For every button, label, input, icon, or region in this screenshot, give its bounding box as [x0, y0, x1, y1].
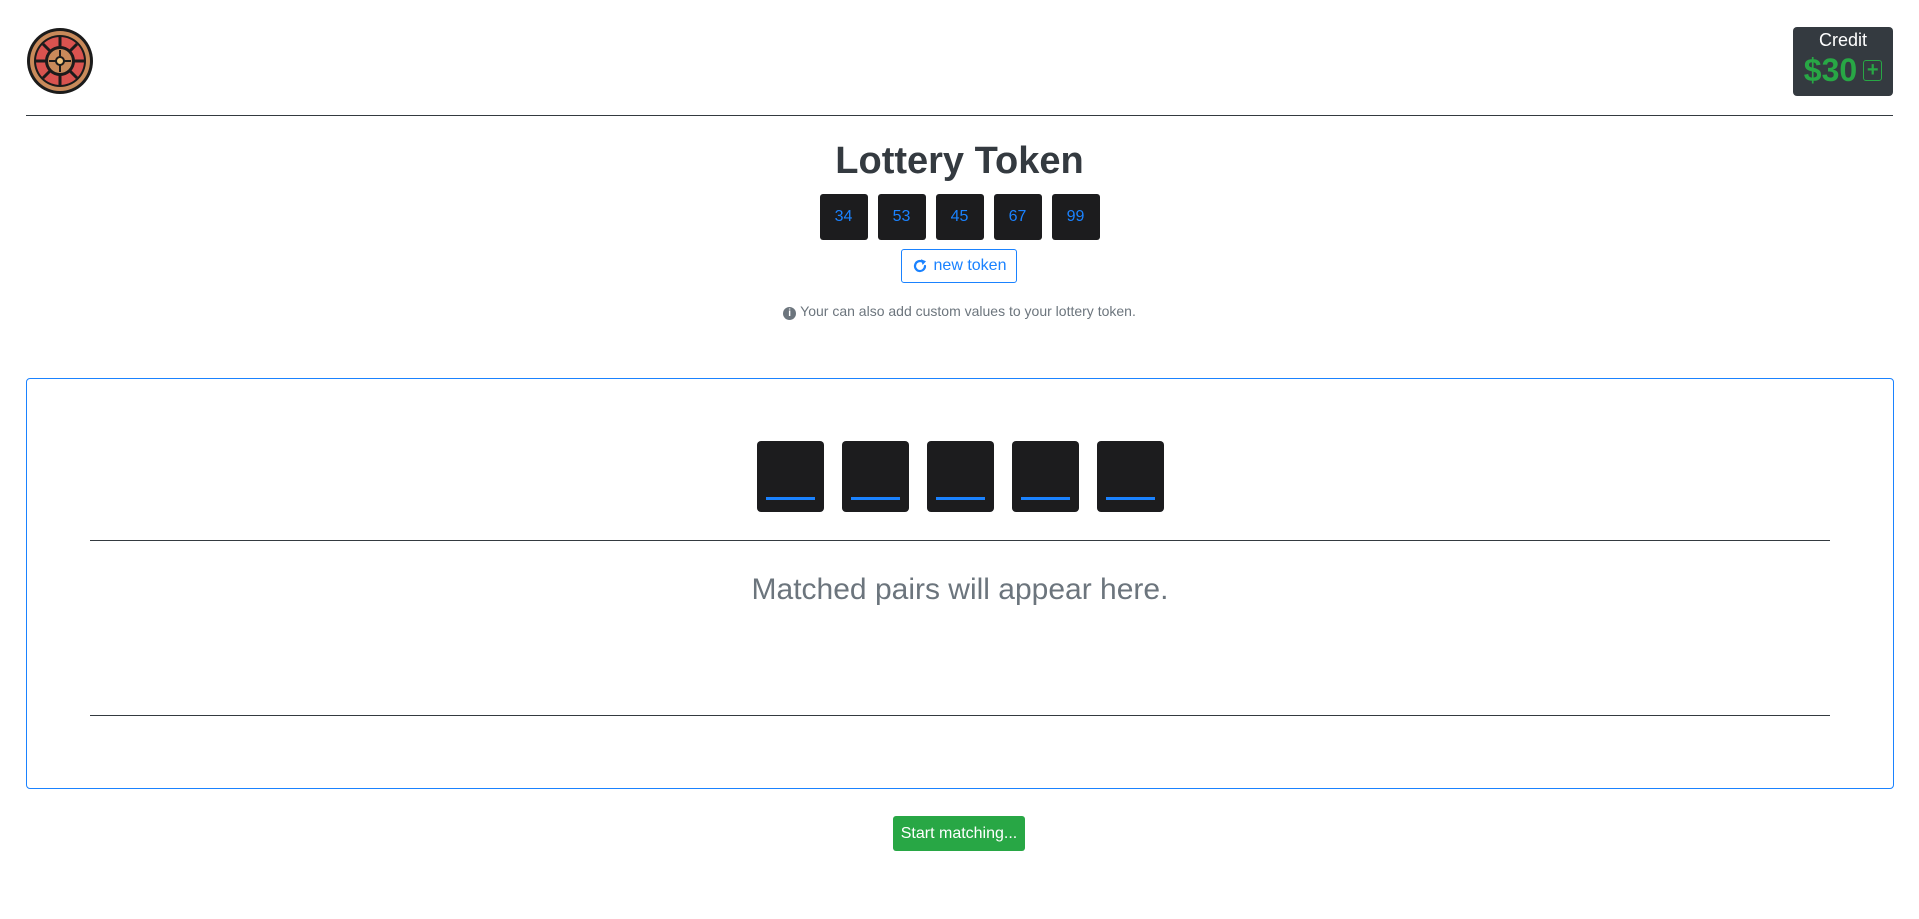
page-title: Lottery Token	[835, 140, 1084, 182]
slot-underline	[935, 497, 985, 500]
roulette-wheel-icon[interactable]	[26, 27, 94, 95]
lottery-token-numbers: 34 53 45 67 99	[0, 194, 1919, 240]
divider	[90, 715, 1830, 716]
matching-panel: Matched pairs will appear here.	[26, 378, 1894, 789]
match-slot[interactable]	[926, 441, 994, 512]
info-icon: i	[783, 307, 797, 320]
hint-text: i Your can also add custom values to your…	[0, 303, 1919, 320]
slot-underline	[1020, 497, 1070, 500]
token-number[interactable]: 67	[993, 194, 1042, 240]
add-credit-button[interactable]: +	[1863, 59, 1883, 81]
refresh-icon	[913, 259, 926, 273]
slot-underline	[1105, 497, 1155, 500]
credit-widget: Credit $30 +	[1793, 27, 1893, 96]
token-number[interactable]: 53	[877, 194, 926, 240]
match-slot[interactable]	[841, 441, 909, 512]
slot-underline	[765, 497, 815, 500]
new-token-label: new token	[933, 257, 1007, 274]
token-number[interactable]: 34	[819, 194, 868, 240]
match-slots	[27, 441, 1893, 512]
top-header: Credit $30 +	[26, 0, 1893, 116]
match-slot[interactable]	[756, 441, 824, 512]
credit-amount: $30	[1803, 52, 1858, 88]
credit-label: Credit	[1818, 30, 1867, 50]
start-matching-button[interactable]: Start matching...	[893, 816, 1025, 851]
hint-message: Your can also add custom values to your …	[800, 303, 1136, 319]
token-number[interactable]: 99	[1051, 194, 1100, 240]
divider	[90, 540, 1830, 541]
new-token-button[interactable]: new token	[901, 249, 1017, 283]
match-slot[interactable]	[1096, 441, 1164, 512]
token-number[interactable]: 45	[935, 194, 984, 240]
slot-underline	[850, 497, 900, 500]
matched-pairs-placeholder: Matched pairs will appear here.	[751, 573, 1169, 606]
match-slot[interactable]	[1011, 441, 1079, 512]
